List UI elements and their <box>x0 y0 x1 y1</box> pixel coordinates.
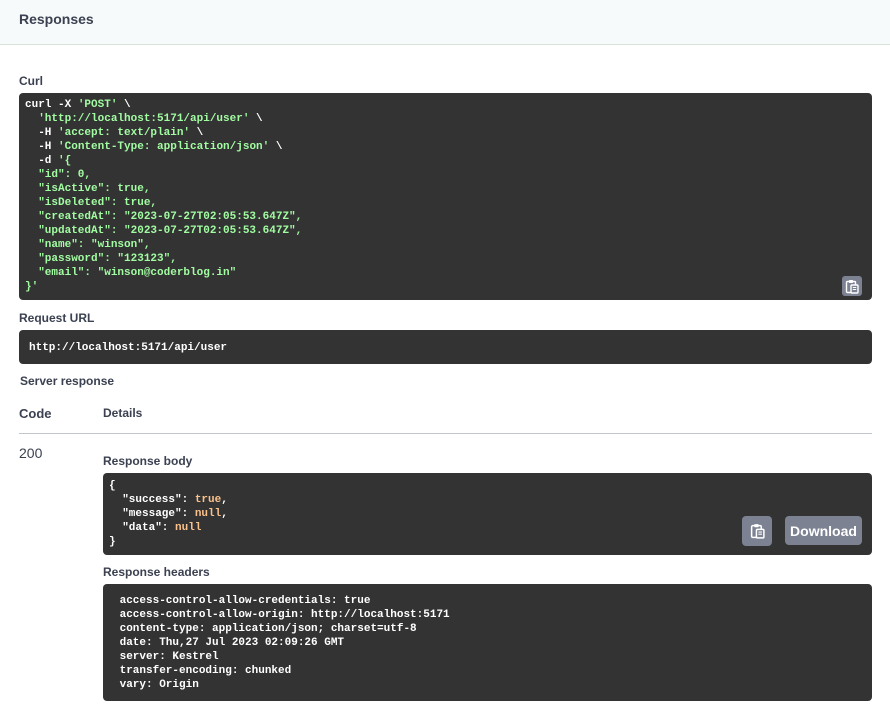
table-divider <box>19 433 872 434</box>
code-token: \ <box>249 113 263 125</box>
code-token: "message": <box>109 508 195 520</box>
code-column-header: Code <box>19 406 52 421</box>
copy-curl-button[interactable] <box>842 276 862 296</box>
code-token: \ <box>190 127 204 139</box>
server-response-label: Server response <box>20 374 115 388</box>
code-token: "id": 0, <box>25 169 92 181</box>
code-token: 'POST' <box>77 99 118 111</box>
responses-title: Responses <box>19 11 94 27</box>
code-token: "updatedAt": "2023-07-27T02:05:53.647Z", <box>25 225 303 237</box>
code-token: "password": "123123", <box>25 253 177 265</box>
code-token: -H <box>25 141 59 153</box>
code-token: "createdAt": "2023-07-27T02:05:53.647Z", <box>25 211 303 223</box>
curl-code: curl -X 'POST' \ 'http://localhost:5171/… <box>25 98 302 294</box>
code-token: 'http://localhost:5171/api/user' <box>38 113 250 125</box>
request-url-value: http://localhost:5171/api/user <box>29 342 228 354</box>
code-token: , <box>221 508 228 520</box>
code-token: \ <box>117 99 131 111</box>
request-url-label: Request URL <box>19 311 95 325</box>
response-body-code: { "success": true, "message": null, "dat… <box>109 479 228 549</box>
clipboard-copy-icon <box>750 524 765 539</box>
code-token: -H <box>25 127 59 139</box>
response-headers-label: Response headers <box>103 565 210 579</box>
curl-label: Curl <box>19 74 43 88</box>
response-headers-block[interactable]: access-control-allow-credentials: true a… <box>103 584 872 701</box>
code-token: 'Content-Type: application/json' <box>58 141 270 153</box>
code-token: null <box>194 508 222 520</box>
code-token: { <box>109 480 116 492</box>
code-token: curl -X <box>25 99 78 111</box>
code-token: true <box>194 494 222 506</box>
code-token: }' <box>25 281 39 293</box>
download-button[interactable]: Download <box>785 516 862 545</box>
code-token: } <box>109 536 116 548</box>
response-code: 200 <box>19 445 43 461</box>
details-column-header: Details <box>103 406 143 420</box>
response-body-label: Response body <box>103 454 193 468</box>
code-token: "success": <box>109 494 195 506</box>
code-token: null <box>175 522 202 534</box>
code-token: -d <box>25 155 59 167</box>
curl-block[interactable]: curl -X 'POST' \ 'http://localhost:5171/… <box>19 93 872 300</box>
code-token: "isActive": true, <box>25 183 151 195</box>
clipboard-copy-icon <box>845 279 859 294</box>
response-body-block[interactable]: { "success": true, "message": null, "dat… <box>103 473 872 555</box>
code-token: "isDeleted": true, <box>25 197 158 209</box>
code-token: , <box>221 494 228 506</box>
responses-header: Responses <box>0 0 890 45</box>
request-url-block[interactable]: http://localhost:5171/api/user <box>19 330 872 364</box>
code-token: "name": "winson", <box>25 239 151 251</box>
code-token: "email": "winson@coderblog.in" <box>25 267 237 279</box>
code-token: \ <box>269 141 283 153</box>
response-headers-code: access-control-allow-credentials: true a… <box>119 595 450 691</box>
code-token: "data": <box>109 522 176 534</box>
code-token: 'accept: text/plain' <box>58 127 191 139</box>
code-token: '{ <box>58 155 72 167</box>
copy-response-button[interactable] <box>742 516 772 546</box>
